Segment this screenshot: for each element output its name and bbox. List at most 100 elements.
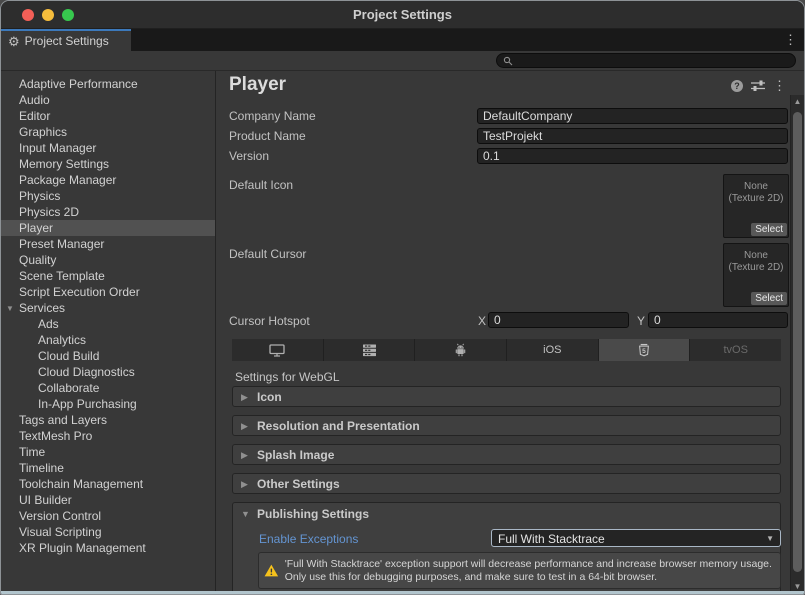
default-cursor-label: Default Cursor <box>229 247 306 261</box>
sidebar-item-label: Adaptive Performance <box>19 77 138 91</box>
sidebar-item[interactable]: ▼Cloud Diagnostics <box>1 364 215 380</box>
sidebar-item[interactable]: ▼Scene Template <box>1 268 215 284</box>
sidebar-item-label: Scene Template <box>19 269 105 283</box>
sidebar-item[interactable]: ▼Tags and Layers <box>1 412 215 428</box>
warning-icon <box>264 559 279 582</box>
sidebar-item-label: Cloud Build <box>38 349 99 363</box>
platform-tab-dedicated-server[interactable] <box>324 339 416 361</box>
platform-tab-desktop[interactable] <box>232 339 324 361</box>
sidebar-item[interactable]: ▼XR Plugin Management <box>1 540 215 556</box>
sidebar-item-label: Package Manager <box>19 173 116 187</box>
sidebar-item[interactable]: ▼Player <box>1 220 215 236</box>
sidebar-item[interactable]: ▼Version Control <box>1 508 215 524</box>
section-publishing-settings: ▼ Publishing Settings Enable Exceptions … <box>232 502 781 594</box>
search-box[interactable] <box>496 53 796 68</box>
warning-help-box: 'Full With Stacktrace' exception support… <box>258 552 781 589</box>
scroll-down-arrow[interactable]: ▼ <box>791 582 804 591</box>
titlebar: Project Settings <box>1 1 804 29</box>
sidebar-item[interactable]: ▼Preset Manager <box>1 236 215 252</box>
sidebar-item[interactable]: ▼Toolchain Management <box>1 476 215 492</box>
platform-tab-webgl[interactable]: 5 <box>599 339 691 361</box>
platform-tab-tvos[interactable]: tvOS <box>690 339 781 361</box>
sidebar-item[interactable]: ▼Script Execution Order <box>1 284 215 300</box>
server-rack-icon <box>362 344 377 357</box>
object-none-value: None <box>724 180 788 193</box>
field-label: Product Name <box>229 129 306 143</box>
scroll-up-arrow[interactable]: ▲ <box>791 97 804 106</box>
hotspot-y-label: Y <box>637 314 645 328</box>
sidebar-item[interactable]: ▼Timeline <box>1 460 215 476</box>
enable-exceptions-dropdown[interactable]: Full With Stacktrace ▼ <box>491 529 781 547</box>
sidebar-item[interactable]: ▼Cloud Build <box>1 348 215 364</box>
ios-tab-label: iOS <box>543 344 561 356</box>
platform-tab-ios[interactable]: iOS <box>507 339 599 361</box>
sidebar-item[interactable]: ▼UI Builder <box>1 492 215 508</box>
enable-exceptions-label: Enable Exceptions <box>259 532 358 546</box>
sidebar-item[interactable]: ▼Input Manager <box>1 140 215 156</box>
sidebar-item-label: Input Manager <box>19 141 96 155</box>
scrollbar-thumb[interactable] <box>793 112 802 572</box>
sidebar-item-label: Quality <box>19 253 56 267</box>
foldout-collapsed-icon: ▶ <box>241 479 248 490</box>
sidebar-item-label: Ads <box>38 317 59 331</box>
section-header[interactable]: ▶ Icon <box>232 386 781 407</box>
sidebar-item[interactable]: ▼Graphics <box>1 124 215 140</box>
sidebar-item[interactable]: ▼Memory Settings <box>1 156 215 172</box>
tab-label: Project Settings <box>25 34 109 48</box>
sidebar-item[interactable]: ▼Time <box>1 444 215 460</box>
sidebar-item-label: Preset Manager <box>19 237 104 251</box>
sidebar-item-label: Physics 2D <box>19 205 79 219</box>
foldout-expanded-icon[interactable]: ▼ <box>241 509 250 519</box>
warning-text: 'Full With Stacktrace' exception support… <box>285 558 772 584</box>
select-button[interactable]: Select <box>751 223 787 236</box>
sidebar-item[interactable]: ▼Adaptive Performance <box>1 76 215 92</box>
sidebar-item[interactable]: ▼TextMesh Pro <box>1 428 215 444</box>
sidebar-item[interactable]: ▼Collaborate <box>1 380 215 396</box>
default-cursor-object-field[interactable]: None (Texture 2D) Select <box>723 243 789 307</box>
gear-icon: ⚙ <box>8 35 20 48</box>
chevron-down-icon: ▼ <box>766 534 774 543</box>
object-none-value: None <box>724 249 788 262</box>
sidebar-item-label: Memory Settings <box>19 157 109 171</box>
project-settings-window: Project Settings ⚙ Project Settings ⋮ ▼A… <box>0 0 805 595</box>
preset-sliders-icon[interactable] <box>751 80 765 92</box>
window-bottom-edge <box>1 591 804 594</box>
section-header[interactable]: ▶ Splash Image <box>232 444 781 465</box>
sidebar-item[interactable]: ▼Audio <box>1 92 215 108</box>
sidebar-item-label: Timeline <box>19 461 64 475</box>
sidebar-item[interactable]: ▼Ads <box>1 316 215 332</box>
field-input[interactable] <box>477 148 788 164</box>
sidebar-item[interactable]: ▼Package Manager <box>1 172 215 188</box>
sidebar-item[interactable]: ▼Editor <box>1 108 215 124</box>
tabstrip-menu-icon[interactable]: ⋮ <box>784 32 797 48</box>
tab-project-settings[interactable]: ⚙ Project Settings <box>1 29 131 51</box>
window-title: Project Settings <box>1 7 804 22</box>
default-icon-object-field[interactable]: None (Texture 2D) Select <box>723 174 789 238</box>
sidebar-item-label: Script Execution Order <box>19 285 140 299</box>
sidebar-item[interactable]: ▼Services <box>1 300 215 316</box>
settings-sidebar: ▼Adaptive Performance ▼Audio ▼Editor ▼Gr… <box>1 71 216 594</box>
sidebar-item[interactable]: ▼Physics 2D <box>1 204 215 220</box>
field-label: Company Name <box>229 109 316 123</box>
field-input[interactable] <box>477 108 788 124</box>
select-button[interactable]: Select <box>751 292 787 305</box>
hotspot-x-input[interactable] <box>488 312 629 328</box>
platform-tab-android[interactable] <box>415 339 507 361</box>
foldout-collapsed-icon: ▶ <box>241 421 248 432</box>
hotspot-y-input[interactable] <box>648 312 788 328</box>
platform-tab-bar: iOS 5 tvOS <box>232 339 781 361</box>
sidebar-item[interactable]: ▼Physics <box>1 188 215 204</box>
sidebar-item-label: Time <box>19 445 45 459</box>
help-icon[interactable]: ? <box>731 80 743 92</box>
sidebar-item[interactable]: ▼Quality <box>1 252 215 268</box>
section-header[interactable]: ▶ Resolution and Presentation <box>232 415 781 436</box>
sidebar-item[interactable]: ▼Analytics <box>1 332 215 348</box>
sidebar-item[interactable]: ▼In-App Purchasing <box>1 396 215 412</box>
sidebar-item-label: Physics <box>19 189 60 203</box>
field-input[interactable] <box>477 128 788 144</box>
cursor-hotspot-label: Cursor Hotspot <box>229 314 310 328</box>
sidebar-item[interactable]: ▼Visual Scripting <box>1 524 215 540</box>
section-header[interactable]: ▶ Other Settings <box>232 473 781 494</box>
context-menu-icon[interactable]: ⋮ <box>773 79 786 92</box>
search-input[interactable] <box>517 54 789 67</box>
